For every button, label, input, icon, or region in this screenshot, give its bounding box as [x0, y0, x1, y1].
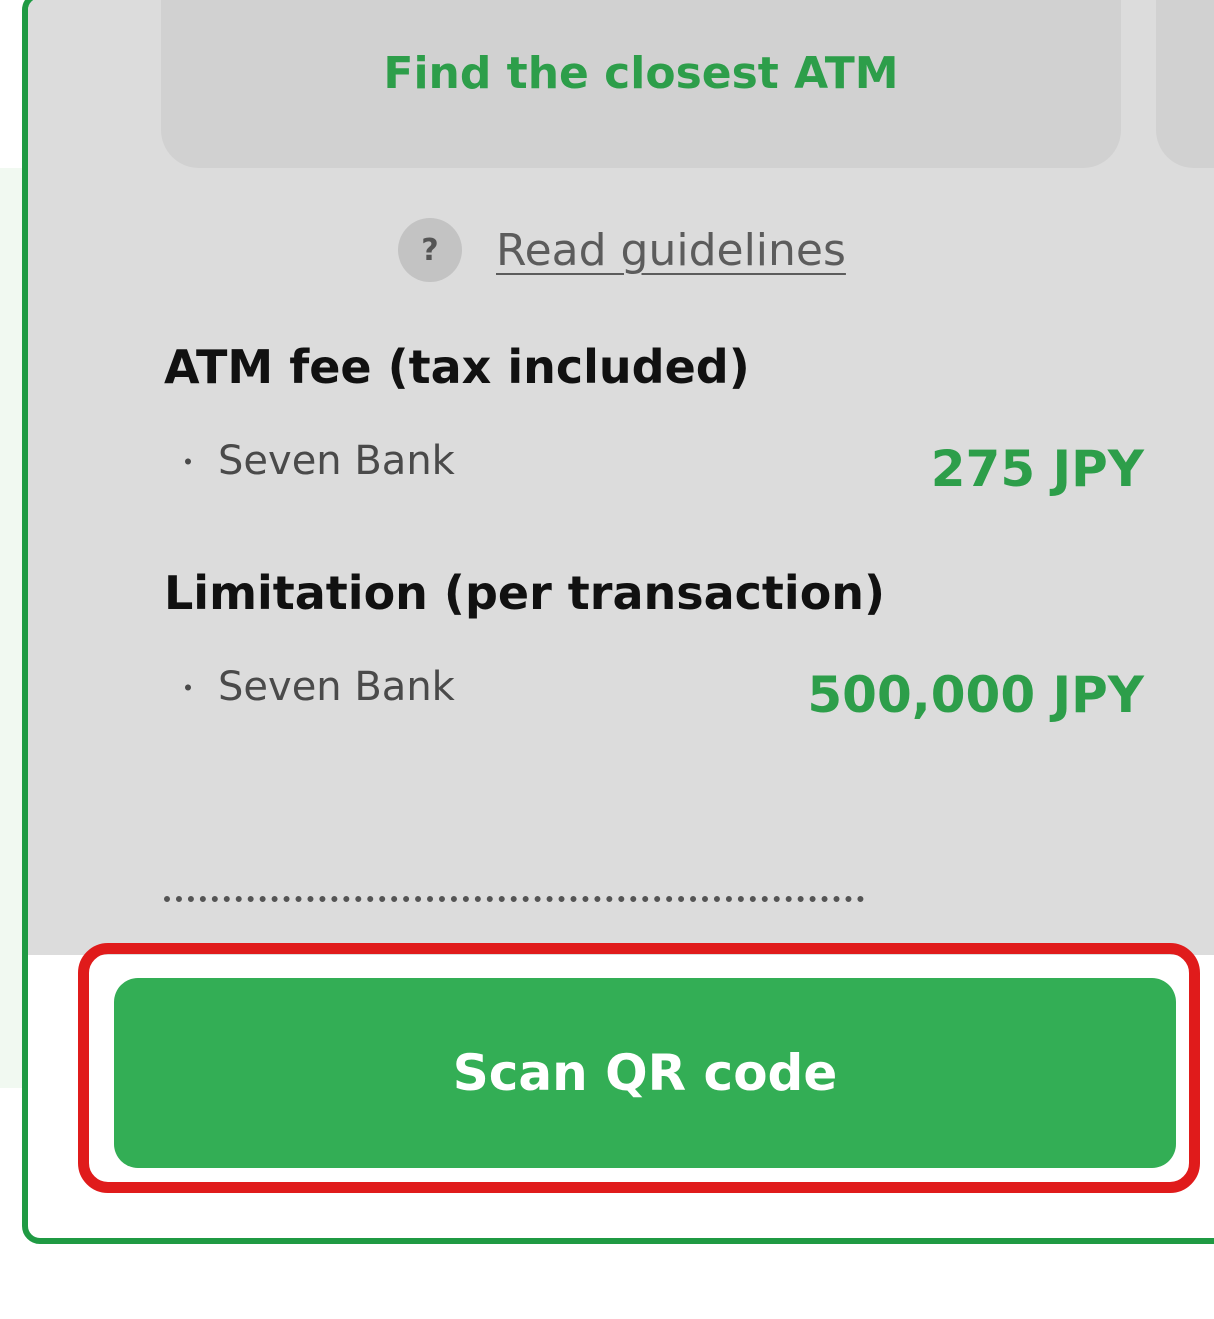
limit-bank-label: ・ Seven Bank — [174, 664, 455, 710]
atm-info-panel: Find the closest ATM ? Read guidelines A… — [28, 0, 1214, 955]
fee-bank-label: ・ Seven Bank — [174, 438, 455, 484]
highlight-ring — [78, 943, 1200, 1193]
question-mark-icon: ? — [398, 218, 462, 282]
limit-bank-name: Seven Bank — [218, 664, 455, 710]
limit-value: 500,000 JPY — [807, 666, 1144, 724]
guidelines-row[interactable]: ? Read guidelines — [398, 218, 846, 282]
atm-fee-heading: ATM fee (tax included) — [164, 340, 750, 394]
read-guidelines-link[interactable]: Read guidelines — [496, 225, 846, 276]
fee-bank-name: Seven Bank — [218, 438, 455, 484]
find-atm-label: Find the closest ATM — [383, 48, 899, 99]
clipped-heading — [164, 896, 864, 914]
phone-frame: Find the closest ATM ? Read guidelines A… — [22, 0, 1214, 1244]
bullet: ・ — [174, 672, 203, 705]
secondary-card[interactable] — [1156, 0, 1214, 168]
limitation-heading: Limitation (per transaction) — [164, 566, 886, 620]
find-atm-card[interactable]: Find the closest ATM — [161, 0, 1121, 168]
bullet: ・ — [174, 446, 203, 479]
fee-value: 275 JPY — [930, 440, 1144, 498]
